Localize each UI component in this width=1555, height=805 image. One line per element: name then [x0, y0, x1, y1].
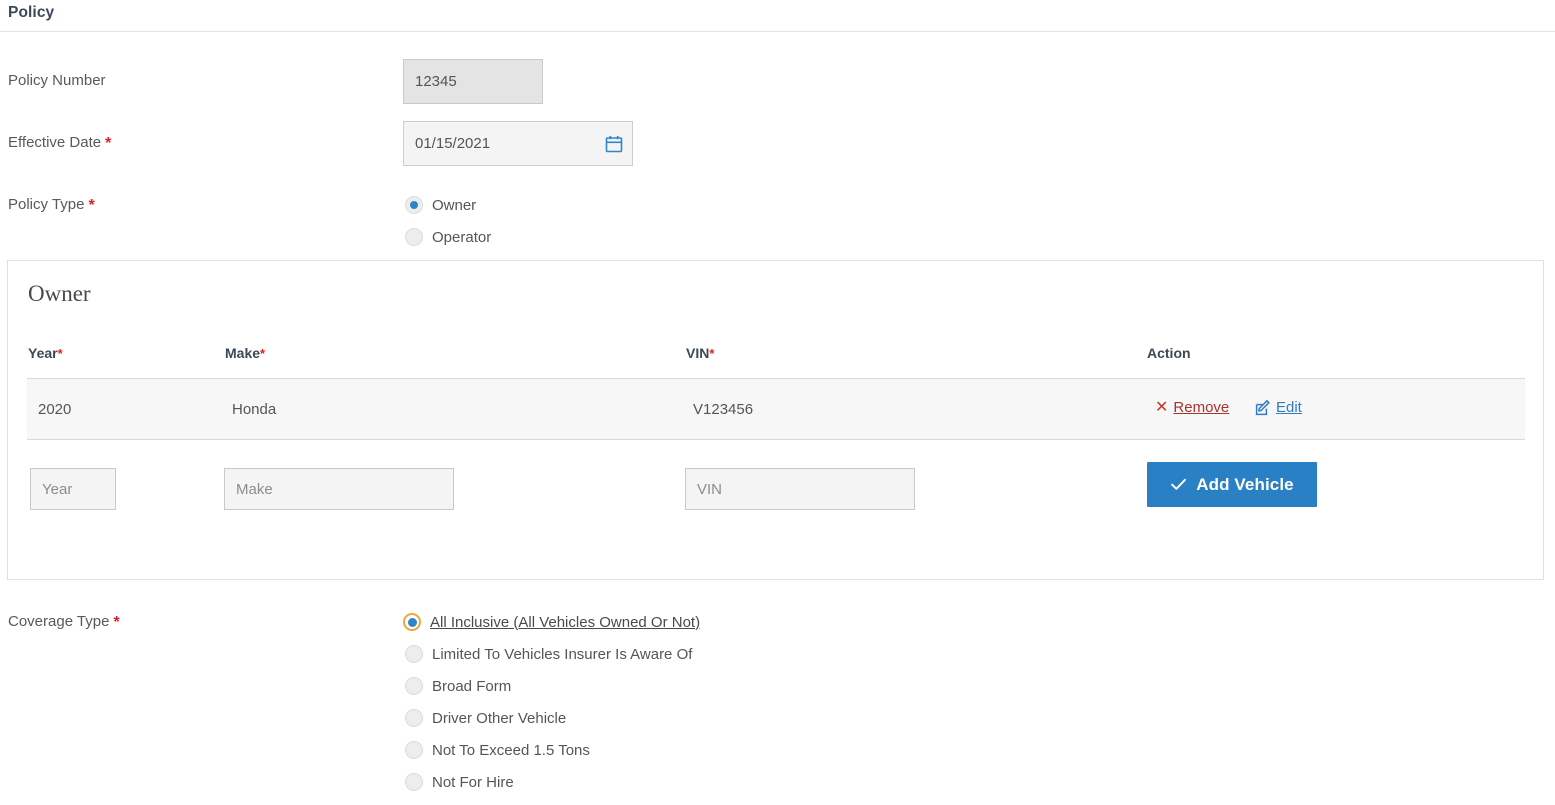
radio-icon[interactable]: [405, 773, 423, 791]
column-header-make: Make*: [225, 345, 265, 361]
coverage-type-option-not-to-exceed-label: Not To Exceed 1.5 Tons: [432, 741, 590, 759]
coverage-type-option-broad-form[interactable]: Broad Form: [405, 675, 511, 697]
required-asterisk: *: [260, 346, 266, 361]
policy-type-option-owner-label: Owner: [432, 196, 477, 214]
policy-type-label: Policy Type *: [8, 196, 95, 214]
column-header-action: Action: [1147, 345, 1191, 361]
check-icon: [1170, 476, 1187, 493]
cell-vin: V123456: [693, 401, 754, 418]
required-asterisk: *: [709, 346, 715, 361]
coverage-type-option-driver-other-vehicle[interactable]: Driver Other Vehicle: [405, 707, 566, 729]
policy-type-option-operator[interactable]: Operator: [405, 226, 491, 248]
column-header-vin: VIN*: [686, 345, 714, 361]
coverage-type-option-limited-label: Limited To Vehicles Insurer Is Aware Of: [432, 645, 693, 663]
policy-number-label-text: Policy Number: [8, 72, 106, 89]
edit-vehicle-link[interactable]: Edit: [1255, 399, 1302, 416]
remove-vehicle-label: Remove: [1173, 399, 1230, 416]
vehicle-panel-title: Owner: [28, 281, 91, 306]
pencil-square-icon: [1255, 399, 1271, 416]
column-header-action-label: Action: [1147, 345, 1191, 361]
new-vehicle-make-input[interactable]: [224, 468, 454, 510]
coverage-type-option-broad-form-label: Broad Form: [432, 677, 512, 695]
column-header-year: Year*: [28, 345, 63, 361]
coverage-type-option-not-to-exceed[interactable]: Not To Exceed 1.5 Tons: [405, 739, 590, 761]
radio-icon[interactable]: [403, 613, 421, 631]
required-asterisk: *: [113, 614, 120, 631]
coverage-type-option-all-inclusive[interactable]: All Inclusive (All Vehicles Owned Or Not…: [403, 611, 700, 633]
column-header-year-label: Year: [28, 345, 58, 361]
radio-icon[interactable]: [405, 196, 423, 214]
owner-vehicle-panel: Owner Year* Make* VIN* Action 2020 Honda…: [7, 260, 1544, 580]
coverage-type-option-not-for-hire-label: Not For Hire: [432, 773, 514, 791]
effective-date-field: [403, 121, 633, 166]
add-vehicle-button-label: Add Vehicle: [1196, 474, 1294, 494]
required-asterisk: *: [57, 346, 63, 361]
policy-type-option-operator-label: Operator: [432, 228, 492, 246]
radio-icon[interactable]: [405, 645, 423, 663]
new-vehicle-vin-input[interactable]: [685, 468, 915, 510]
remove-vehicle-link[interactable]: ✕ Remove: [1155, 399, 1229, 416]
effective-date-input[interactable]: [403, 121, 633, 166]
required-asterisk: *: [88, 197, 95, 214]
close-icon: ✕: [1155, 398, 1169, 416]
table-row: 2020 Honda V123456 ✕ Remove Edit: [27, 378, 1525, 440]
policy-type-option-owner[interactable]: Owner: [405, 194, 476, 216]
radio-icon[interactable]: [405, 228, 423, 246]
coverage-type-label: Coverage Type *: [8, 613, 120, 631]
radio-icon[interactable]: [405, 677, 423, 695]
effective-date-label: Effective Date *: [8, 134, 111, 152]
coverage-type-option-not-for-hire[interactable]: Not For Hire: [405, 771, 514, 793]
coverage-type-label-text: Coverage Type: [8, 613, 110, 630]
calendar-icon[interactable]: [605, 135, 623, 153]
coverage-type-option-all-inclusive-label: All Inclusive (All Vehicles Owned Or Not…: [430, 613, 701, 631]
column-header-vin-label: VIN: [686, 345, 710, 361]
policy-section-header: Policy: [0, 0, 1555, 32]
cell-year: 2020: [38, 401, 72, 418]
edit-vehicle-label: Edit: [1276, 399, 1302, 416]
column-header-make-label: Make: [225, 345, 261, 361]
add-vehicle-button[interactable]: Add Vehicle: [1147, 462, 1317, 507]
coverage-type-option-driver-other-vehicle-label: Driver Other Vehicle: [432, 709, 567, 727]
page-title: Policy: [8, 4, 55, 21]
radio-icon[interactable]: [405, 709, 423, 727]
cell-make: Honda: [232, 401, 277, 418]
new-vehicle-year-input[interactable]: [30, 468, 116, 510]
required-asterisk: *: [105, 135, 112, 152]
effective-date-label-text: Effective Date: [8, 134, 102, 151]
policy-number-input[interactable]: [403, 59, 543, 104]
coverage-type-option-limited[interactable]: Limited To Vehicles Insurer Is Aware Of: [405, 643, 692, 665]
radio-icon[interactable]: [405, 741, 423, 759]
policy-number-label: Policy Number: [8, 72, 106, 89]
policy-type-label-text: Policy Type: [8, 196, 85, 213]
